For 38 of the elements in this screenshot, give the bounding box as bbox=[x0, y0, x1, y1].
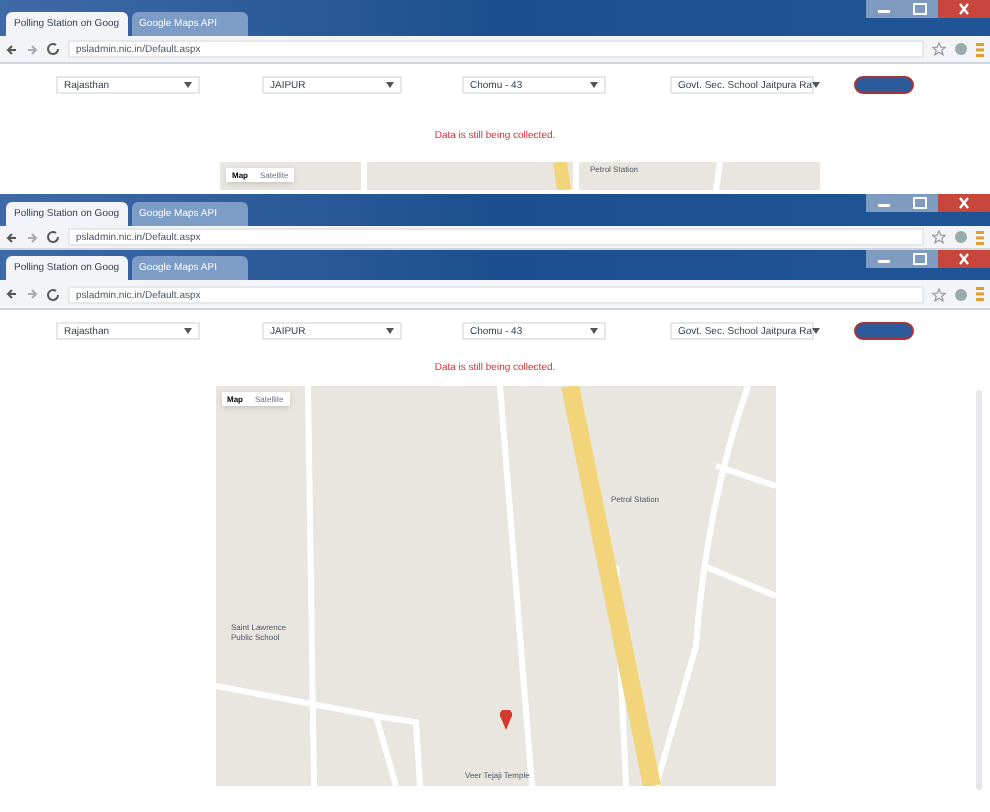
close-icon[interactable] bbox=[938, 250, 990, 268]
menu-icon[interactable] bbox=[976, 41, 984, 57]
caret-icon[interactable] bbox=[184, 82, 192, 88]
minimize-icon[interactable] bbox=[866, 0, 902, 18]
reload-icon[interactable] bbox=[46, 230, 60, 244]
close-icon[interactable] bbox=[938, 0, 990, 18]
close-icon[interactable] bbox=[938, 194, 990, 212]
maximize-icon[interactable] bbox=[902, 0, 938, 18]
star-icon[interactable] bbox=[932, 230, 946, 244]
forward-icon[interactable] bbox=[26, 43, 38, 55]
forward-icon[interactable] bbox=[26, 231, 38, 243]
caret-icon[interactable] bbox=[386, 328, 394, 334]
caret-icon[interactable] bbox=[184, 328, 192, 334]
caret-icon[interactable] bbox=[590, 82, 598, 88]
caret-icon[interactable] bbox=[811, 82, 820, 88]
extension-icon[interactable] bbox=[954, 230, 968, 244]
maximize-icon[interactable] bbox=[902, 194, 938, 212]
menu-icon[interactable] bbox=[976, 229, 984, 245]
map-pin-icon[interactable] bbox=[499, 709, 511, 729]
extension-icon[interactable] bbox=[954, 42, 968, 56]
reload-icon[interactable] bbox=[46, 287, 60, 301]
go-button[interactable] bbox=[854, 322, 914, 340]
back-icon[interactable] bbox=[6, 43, 18, 55]
caret-icon[interactable] bbox=[590, 328, 598, 334]
reload-icon[interactable] bbox=[46, 42, 60, 56]
caret-icon[interactable] bbox=[386, 82, 394, 88]
extension-icon[interactable] bbox=[954, 287, 968, 301]
forward-icon[interactable] bbox=[26, 288, 38, 300]
back-icon[interactable] bbox=[6, 231, 18, 243]
caret-icon[interactable] bbox=[811, 328, 820, 334]
menu-icon[interactable] bbox=[976, 286, 984, 302]
maximize-icon[interactable] bbox=[902, 250, 938, 268]
star-icon[interactable] bbox=[932, 42, 946, 56]
minimize-icon[interactable] bbox=[866, 194, 902, 212]
back-icon[interactable] bbox=[6, 288, 18, 300]
minimize-icon[interactable] bbox=[866, 250, 902, 268]
go-button[interactable] bbox=[854, 76, 914, 94]
star-icon[interactable] bbox=[932, 287, 946, 301]
